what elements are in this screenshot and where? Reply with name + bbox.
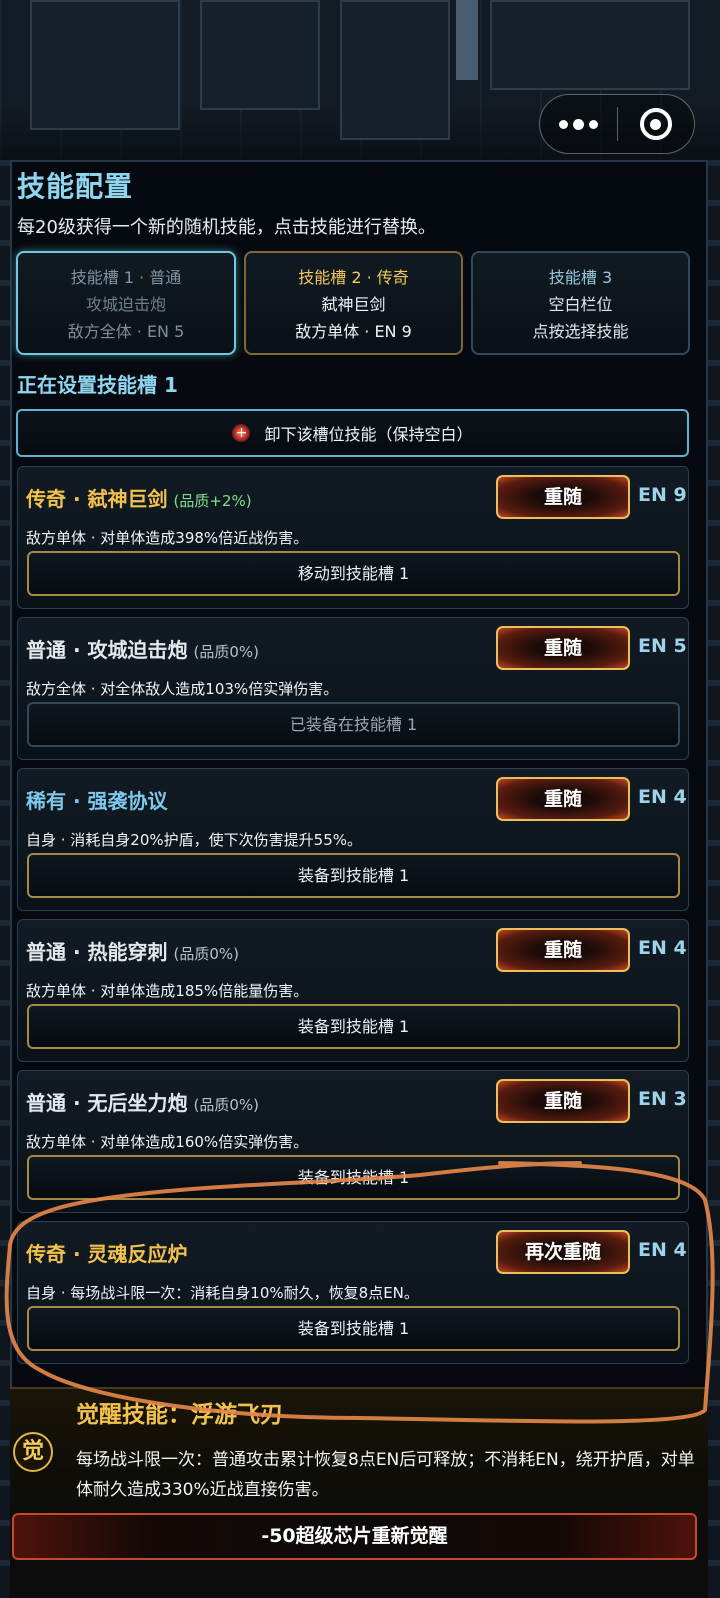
skill-name: 普通 · 攻城迫击炮 (品质0%): [26, 638, 260, 662]
energy-cost: EN 4: [638, 786, 687, 808]
reroll-button[interactable]: 重随: [496, 1079, 630, 1123]
more-dots-icon[interactable]: [540, 95, 617, 153]
reroll-button[interactable]: 重随: [496, 626, 630, 670]
skill-description: 敌方单体 · 对单体造成185%倍能量伤害。: [26, 982, 309, 1000]
current-slot-label: 正在设置技能槽 1: [17, 373, 178, 397]
slot-skill-name: 弑神巨剑: [321, 295, 386, 314]
skill-name: 普通 · 无后坐力炮 (品质0%): [26, 1091, 260, 1115]
skill-quality: (品质0%): [193, 1096, 260, 1114]
reroll-button[interactable]: 重随: [496, 475, 630, 519]
skill-card: 普通 · 无后坐力炮 (品质0%) 重随 EN 3 敌方单体 · 对单体造成160…: [17, 1070, 689, 1213]
skill-slot-1[interactable]: 技能槽 1 · 普通 攻城迫击炮 敌方全体 · EN 5: [16, 251, 236, 355]
skill-name: 传奇 · 弑神巨剑 (品质+2%): [26, 487, 252, 511]
awaken-skill-panel: 觉 觉醒技能：浮游飞刃 每场战斗限一次：普通攻击累计恢复8点EN后可释放；不消耗…: [10, 1387, 708, 1598]
equip-to-slot-button[interactable]: 装备到技能槽 1: [27, 1155, 680, 1200]
skill-description: 自身 · 每场战斗限一次：消耗自身10%耐久，恢复8点EN。: [26, 1284, 419, 1302]
energy-cost: EN 4: [638, 937, 687, 959]
equip-to-slot-button[interactable]: 装备到技能槽 1: [27, 853, 680, 898]
unequip-button[interactable]: + 卸下该槽位技能（保持空白）: [16, 409, 689, 457]
skill-quality: (品质+2%): [173, 492, 252, 510]
skill-description: 敌方单体 · 对单体造成398%倍近战伤害。: [26, 529, 309, 547]
frame-rail-right: [706, 160, 720, 1598]
awaken-skill-title: 觉醒技能：浮游飞刃: [76, 1402, 283, 1428]
reawaken-button[interactable]: -50超级芯片重新觉醒: [12, 1513, 697, 1560]
slot-header: 技能槽 1 · 普通: [70, 268, 182, 287]
skill-slot-2[interactable]: 技能槽 2 · 传奇 弑神巨剑 敌方单体 · EN 9: [244, 251, 463, 355]
slot-header: 技能槽 3: [548, 268, 613, 287]
energy-cost: EN 3: [638, 1088, 687, 1110]
move-to-slot-button[interactable]: 移动到技能槽 1: [27, 551, 680, 596]
awaken-badge-icon: 觉: [13, 1432, 53, 1472]
unequip-label: 卸下该槽位技能（保持空白）: [264, 425, 473, 444]
slot-skill-meta: 敌方单体 · EN 9: [295, 322, 412, 341]
skill-description: 敌方单体 · 对单体造成160%倍实弹伤害。: [26, 1133, 309, 1151]
reroll-button[interactable]: 重随: [496, 928, 630, 972]
skill-slot-3[interactable]: 技能槽 3 空白栏位 点按选择技能: [471, 251, 690, 355]
equipped-status-button: 已装备在技能槽 1: [27, 702, 680, 747]
skill-description: 敌方全体 · 对全体敌人造成103%倍实弹伤害。: [26, 680, 339, 698]
skill-description: 自身 · 消耗自身20%护盾，使下次伤害提升55%。: [26, 831, 362, 849]
slot-skill-meta: 点按选择技能: [532, 322, 629, 341]
energy-cost: EN 9: [638, 484, 687, 506]
skill-card: 传奇 · 灵魂反应炉 再次重随 EN 4 自身 · 每场战斗限一次：消耗自身10…: [17, 1221, 689, 1364]
skill-name: 稀有 · 强袭协议: [26, 789, 168, 813]
slot-header: 技能槽 2 · 传奇: [298, 268, 409, 287]
slot-skill-name: 攻城迫击炮: [85, 295, 166, 314]
skill-name: 传奇 · 灵魂反应炉: [26, 1242, 188, 1266]
equip-to-slot-button[interactable]: 装备到技能槽 1: [27, 1306, 680, 1351]
skill-quality: (品质0%): [173, 945, 240, 963]
skill-quality: (品质0%): [193, 643, 260, 661]
energy-cost: EN 4: [638, 1239, 687, 1261]
slot-skill-meta: 敌方全体 · EN 5: [67, 322, 185, 341]
skill-card: 稀有 · 强袭协议 重随 EN 4 自身 · 消耗自身20%护盾，使下次伤害提升…: [17, 768, 689, 911]
page-title: 技能配置: [17, 170, 134, 203]
plus-icon: +: [232, 424, 251, 442]
equip-to-slot-button[interactable]: 装备到技能槽 1: [27, 1004, 680, 1049]
skill-card: 传奇 · 弑神巨剑 (品质+2%) 重随 EN 9 敌方单体 · 对单体造成398…: [17, 466, 689, 609]
energy-cost: EN 5: [638, 635, 687, 657]
awaken-skill-description: 每场战斗限一次：普通攻击累计恢复8点EN后可释放；不消耗EN，绕开护盾，对单体耐…: [76, 1450, 695, 1500]
slot-skill-name: 空白栏位: [548, 295, 613, 314]
skill-name: 普通 · 热能穿刺 (品质0%): [26, 940, 240, 964]
skill-card: 普通 · 攻城迫击炮 (品质0%) 重随 EN 5 敌方全体 · 对全体敌人造成1…: [17, 617, 689, 760]
target-close-icon[interactable]: [618, 95, 695, 153]
miniprogram-capsule: [539, 94, 695, 154]
reroll-button[interactable]: 重随: [496, 777, 630, 821]
page-subtitle: 每20级获得一个新的随机技能，点击技能进行替换。: [17, 217, 436, 238]
skill-card: 普通 · 热能穿刺 (品质0%) 重随 EN 4 敌方单体 · 对单体造成185%…: [17, 919, 689, 1062]
reroll-again-button[interactable]: 再次重随: [496, 1230, 630, 1274]
